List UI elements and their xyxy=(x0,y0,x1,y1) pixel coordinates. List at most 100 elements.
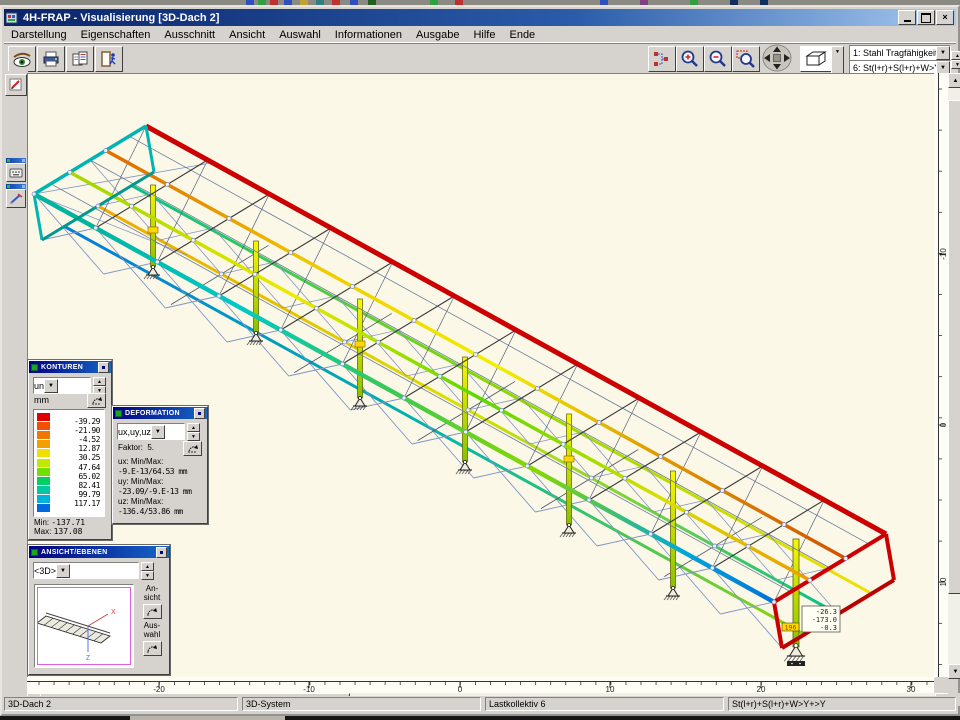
panel-konturen[interactable]: KONTUREN un ▼ ▲ ▼ mm -39.29-21.90-4.5212… xyxy=(28,360,112,540)
spin-up-icon[interactable]: ▲ xyxy=(187,423,200,432)
konturen-unit-label: mm xyxy=(34,395,49,405)
pencil-icon xyxy=(9,78,23,92)
vertical-scroll-thumb[interactable] xyxy=(948,100,960,594)
scale-swatch xyxy=(37,440,50,448)
scale-swatch xyxy=(37,477,50,485)
zoom-out-button[interactable] xyxy=(704,46,732,72)
deformation-minmax-list: ux: Min/Max: -9.E-13/64.53 mm uy: Min/Ma… xyxy=(118,457,204,517)
chevron-down-icon[interactable]: ▼ xyxy=(56,564,70,578)
chevron-down-icon[interactable]: ▼ xyxy=(936,46,950,60)
background-taskbar-sliver xyxy=(0,716,960,720)
panel-title-bar[interactable]: KONTUREN xyxy=(29,361,111,373)
scale-value: 117.17 xyxy=(74,499,100,508)
pen-tool-icon xyxy=(6,189,26,208)
exit-button[interactable] xyxy=(95,46,123,72)
load-case-spinner[interactable]: ▲ ▼ xyxy=(951,51,960,69)
minimize-button[interactable] xyxy=(898,10,916,25)
panel-title-bar[interactable]: ANSICHT/EBENEN xyxy=(29,546,169,558)
spin-up-icon[interactable]: ▲ xyxy=(951,51,960,60)
scale-swatch xyxy=(37,449,50,457)
redraw-arrow-icon xyxy=(146,607,158,616)
panel-deformation[interactable]: DEFORMATION ux,uy,uz ▼ ▲ ▼ Faktor: 5. ux… xyxy=(112,406,208,524)
horizontal-ruler: -20-100102030 xyxy=(27,677,934,693)
konturen-refresh-button[interactable] xyxy=(87,393,106,408)
faktor-label: Faktor: 5. xyxy=(118,443,154,452)
scroll-up-icon[interactable]: ▲ xyxy=(948,73,960,88)
redraw-arrow-icon xyxy=(146,644,158,653)
spin-down-icon[interactable]: ▼ xyxy=(187,432,200,441)
status-fields: 3D-Dach 23D-SystemLastkollektiv 6St(l+r)… xyxy=(4,697,960,711)
mini-box-icon xyxy=(22,159,25,162)
menu-item[interactable]: Ansicht xyxy=(222,29,272,41)
menu-item[interactable]: Eigenschaften xyxy=(74,29,158,41)
scroll-down-icon[interactable]: ▼ xyxy=(948,664,960,679)
chevron-down-icon[interactable]: ▼ xyxy=(151,425,165,439)
menu-item[interactable]: Ausgabe xyxy=(409,29,466,41)
auswahl-label2: wahl xyxy=(137,630,167,639)
vertical-scrollbar[interactable]: ▲ ▼ xyxy=(948,73,960,677)
minimized-panel-coordinates[interactable] xyxy=(6,158,26,182)
panel-close-button[interactable] xyxy=(98,362,109,373)
mini-box-icon xyxy=(22,185,25,188)
app-icon xyxy=(6,12,19,24)
panel-ansicht-ebenen[interactable]: ANSICHT/EBENEN <3D> ▼ ▲ ▼ XZ An- sicht xyxy=(28,545,170,675)
scale-value: -4.52 xyxy=(78,435,100,444)
menu-item[interactable]: Darstellung xyxy=(4,29,74,41)
spin-down-icon[interactable]: ▼ xyxy=(951,60,960,69)
title-bar[interactable]: 4H-FRAP - Visualisierung [3D-Dach 2] × xyxy=(4,9,956,26)
spin-up-icon[interactable]: ▲ xyxy=(93,377,106,386)
printer-icon xyxy=(42,51,60,67)
deformation-row: uy: Min/Max: -23.09/-9.E-13 mm xyxy=(118,477,204,497)
h-ruler-label: 30 xyxy=(907,685,916,693)
panel-title-bar[interactable]: DEFORMATION xyxy=(113,407,207,419)
spin-up-icon[interactable]: ▲ xyxy=(141,562,154,571)
result-case-value: 1: Stahl Tragfähigkeit (Th. 2. O xyxy=(850,48,936,58)
scale-value: -21.90 xyxy=(74,426,100,435)
view-preview-box[interactable]: XZ xyxy=(34,584,134,668)
panel-icon xyxy=(31,364,38,371)
edit-mode-button[interactable] xyxy=(5,74,27,96)
scale-swatch xyxy=(37,468,50,476)
panel-close-button[interactable] xyxy=(194,408,205,419)
close-button[interactable]: × xyxy=(936,10,954,25)
v-ruler-label: -10 xyxy=(939,248,948,260)
ansicht-apply-button[interactable] xyxy=(143,604,162,619)
v-ruler-label: 10 xyxy=(939,577,948,586)
deformation-dropdown[interactable]: ux,uy,uz ▼ xyxy=(117,423,185,440)
view-dropdown[interactable]: <3D> ▼ xyxy=(33,562,139,579)
menu-item[interactable]: Hilfe xyxy=(466,29,502,41)
zoom-in-button[interactable] xyxy=(676,46,704,72)
status-field: Lastkollektiv 6 xyxy=(485,697,724,711)
deformation-refresh-button[interactable] xyxy=(183,441,202,456)
result-case-combo[interactable]: 1: Stahl Tragfähigkeit (Th. 2. O ▼ xyxy=(849,45,951,61)
h-ruler-label: 0 xyxy=(458,685,463,693)
maximize-button[interactable] xyxy=(917,10,935,25)
zoom-window-button[interactable] xyxy=(732,46,760,72)
spin-down-icon[interactable]: ▼ xyxy=(141,571,154,580)
konturen-dropdown[interactable]: un ▼ xyxy=(33,377,91,394)
view-cube-dropdown[interactable]: ▼ xyxy=(831,46,844,74)
scale-value: -39.29 xyxy=(74,417,100,426)
panel-icon xyxy=(115,410,122,417)
konturen-min: Min: -137.71 xyxy=(34,518,85,527)
minimized-panel-measure[interactable] xyxy=(6,184,26,208)
view-cube-button[interactable] xyxy=(800,46,832,72)
h-ruler-label: -10 xyxy=(303,685,315,693)
konturen-dropdown-value: un xyxy=(34,381,44,391)
eye-preview-button[interactable] xyxy=(8,46,36,72)
panel-close-button[interactable] xyxy=(156,547,167,558)
menu-item[interactable]: Ende xyxy=(502,29,542,41)
auswahl-apply-button[interactable] xyxy=(143,641,162,656)
menu-item[interactable]: Informationen xyxy=(328,29,409,41)
view-spinner[interactable]: ▲ ▼ xyxy=(141,562,154,580)
scale-value: 12.87 xyxy=(78,444,100,453)
structure-tree-button[interactable] xyxy=(648,46,676,72)
pages-button[interactable] xyxy=(66,46,94,72)
print-button[interactable] xyxy=(37,46,65,72)
deformation-spinner[interactable]: ▲ ▼ xyxy=(187,423,200,441)
menu-item[interactable]: Auswahl xyxy=(272,29,328,41)
menu-bar: DarstellungEigenschaftenAusschnittAnsich… xyxy=(4,27,956,42)
chevron-down-icon[interactable]: ▼ xyxy=(44,379,58,393)
screen: 4H-FRAP - Visualisierung [3D-Dach 2] × D… xyxy=(0,0,960,720)
menu-item[interactable]: Ausschnitt xyxy=(157,29,222,41)
